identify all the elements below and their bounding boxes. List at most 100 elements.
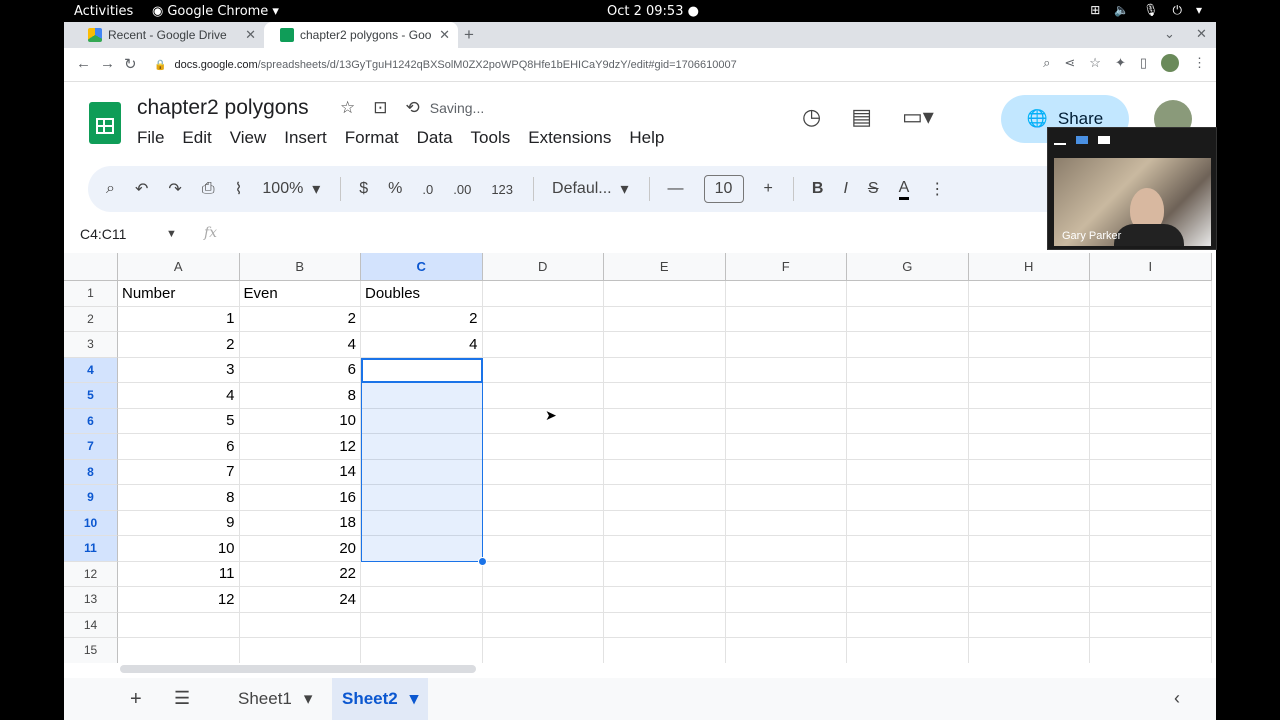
explore-collapse-icon[interactable]: ‹ <box>1174 688 1180 709</box>
cell[interactable] <box>725 510 847 536</box>
cell[interactable] <box>1090 561 1212 587</box>
more-icon[interactable]: ⋮ <box>1193 55 1206 71</box>
menu-edit[interactable]: Edit <box>182 128 211 148</box>
row-header[interactable]: 3 <box>64 332 118 358</box>
cell[interactable] <box>1090 332 1212 358</box>
cell[interactable] <box>1090 510 1212 536</box>
cell[interactable] <box>482 459 604 485</box>
decrease-decimal-button[interactable]: .0 <box>422 182 433 197</box>
cell[interactable]: 2 <box>118 332 240 358</box>
cell[interactable] <box>361 561 483 587</box>
name-box[interactable]: C4:C11 <box>80 226 180 242</box>
cell[interactable] <box>725 612 847 638</box>
increase-font-size-button[interactable]: + <box>764 180 773 198</box>
text-color-button[interactable]: A <box>898 179 910 200</box>
cell[interactable] <box>604 332 726 358</box>
cell[interactable] <box>604 383 726 409</box>
number-format-button[interactable]: 123 <box>491 182 513 197</box>
cell[interactable] <box>118 612 240 638</box>
sheet-tab-sheet1[interactable]: Sheet1 ▾ <box>228 678 322 720</box>
version-history-icon[interactable]: ◷ <box>802 104 821 130</box>
cell[interactable]: 7 <box>118 459 240 485</box>
row-header[interactable]: 9 <box>64 485 118 511</box>
strikethrough-button[interactable]: S <box>868 180 879 198</box>
print-icon[interactable]: ⎙ <box>202 180 215 198</box>
menu-extensions[interactable]: Extensions <box>528 128 611 148</box>
move-folder-icon[interactable]: ⊡ <box>373 98 387 118</box>
row-header[interactable]: 15 <box>64 638 118 663</box>
cell[interactable]: 16 <box>239 485 361 511</box>
column-header[interactable]: B <box>239 253 361 281</box>
cell[interactable] <box>725 408 847 434</box>
column-header[interactable]: F <box>725 253 847 281</box>
more-tools-icon[interactable]: ⋮ <box>929 179 945 199</box>
minimize-icon[interactable] <box>1054 143 1066 145</box>
cell[interactable] <box>968 459 1090 485</box>
search-menus-icon[interactable]: ⌕ <box>106 180 115 198</box>
cell[interactable] <box>361 638 483 663</box>
decrease-font-size-button[interactable]: — <box>668 180 684 198</box>
reload-icon[interactable]: ↻ <box>124 55 137 73</box>
cell[interactable] <box>1090 638 1212 663</box>
cell[interactable] <box>725 638 847 663</box>
cell[interactable] <box>968 408 1090 434</box>
cell[interactable] <box>847 306 969 332</box>
cell[interactable] <box>482 587 604 613</box>
cell[interactable] <box>482 536 604 562</box>
cell[interactable] <box>725 459 847 485</box>
increase-decimal-button[interactable]: .00 <box>453 182 471 197</box>
meet-camera-icon[interactable]: ▭▾ <box>902 104 934 130</box>
cell[interactable] <box>847 383 969 409</box>
row-header[interactable]: 5 <box>64 383 118 409</box>
url-field[interactable]: 🔒 docs.google.com/spreadsheets/d/13GyTgu… <box>154 53 1054 77</box>
cell[interactable] <box>1090 434 1212 460</box>
cell[interactable] <box>482 510 604 536</box>
bookmark-star-icon[interactable]: ☆ <box>1089 55 1101 71</box>
cell[interactable] <box>482 332 604 358</box>
cell[interactable]: 6 <box>239 357 361 383</box>
row-header[interactable]: 7 <box>64 434 118 460</box>
cell[interactable] <box>847 510 969 536</box>
redo-icon[interactable]: ↷ <box>168 179 181 199</box>
cell[interactable] <box>482 485 604 511</box>
sheet-tab-sheet2[interactable]: Sheet2 ▾ <box>332 678 429 720</box>
horizontal-scrollbar[interactable] <box>120 665 476 673</box>
menu-data[interactable]: Data <box>417 128 453 148</box>
side-panel-icon[interactable]: ▯ <box>1140 55 1147 71</box>
cell[interactable] <box>725 536 847 562</box>
cell[interactable] <box>968 434 1090 460</box>
italic-button[interactable]: I <box>843 180 847 198</box>
cell[interactable] <box>1090 612 1212 638</box>
comments-icon[interactable]: ▤ <box>851 104 872 130</box>
row-header[interactable]: 10 <box>64 510 118 536</box>
cell[interactable] <box>847 587 969 613</box>
cell[interactable]: 14 <box>239 459 361 485</box>
cell[interactable] <box>604 459 726 485</box>
cell[interactable]: 12 <box>239 434 361 460</box>
cell[interactable] <box>847 281 969 307</box>
menu-insert[interactable]: Insert <box>284 128 327 148</box>
cell[interactable] <box>604 306 726 332</box>
row-header[interactable]: 13 <box>64 587 118 613</box>
cell[interactable]: 18 <box>239 510 361 536</box>
cell[interactable]: 9 <box>118 510 240 536</box>
bold-button[interactable]: B <box>812 180 824 198</box>
cell[interactable] <box>482 434 604 460</box>
spreadsheet-grid[interactable]: A B C D E F G H I 1 Number Even Doubles 2 1 2 2 3 2 4 4 4 3 6 5 4… <box>64 253 1216 663</box>
cell[interactable] <box>968 561 1090 587</box>
cell[interactable] <box>1090 459 1212 485</box>
cell[interactable] <box>482 281 604 307</box>
chevron-down-icon[interactable]: ▼ <box>166 228 177 240</box>
cell[interactable]: 4 <box>361 332 483 358</box>
cell[interactable] <box>604 561 726 587</box>
tab-chapter2-polygons[interactable]: chapter2 polygons - Goo ✕ <box>264 22 458 48</box>
system-tray[interactable]: ⊞ 🔈 🎙 ⏻ ▾ <box>1090 3 1202 18</box>
cell[interactable]: 12 <box>118 587 240 613</box>
column-header[interactable]: G <box>847 253 969 281</box>
column-header[interactable]: H <box>968 253 1090 281</box>
cell[interactable] <box>847 332 969 358</box>
cell[interactable] <box>482 383 604 409</box>
cell[interactable] <box>847 561 969 587</box>
menu-tools[interactable]: Tools <box>471 128 511 148</box>
cell[interactable]: Even <box>239 281 361 307</box>
